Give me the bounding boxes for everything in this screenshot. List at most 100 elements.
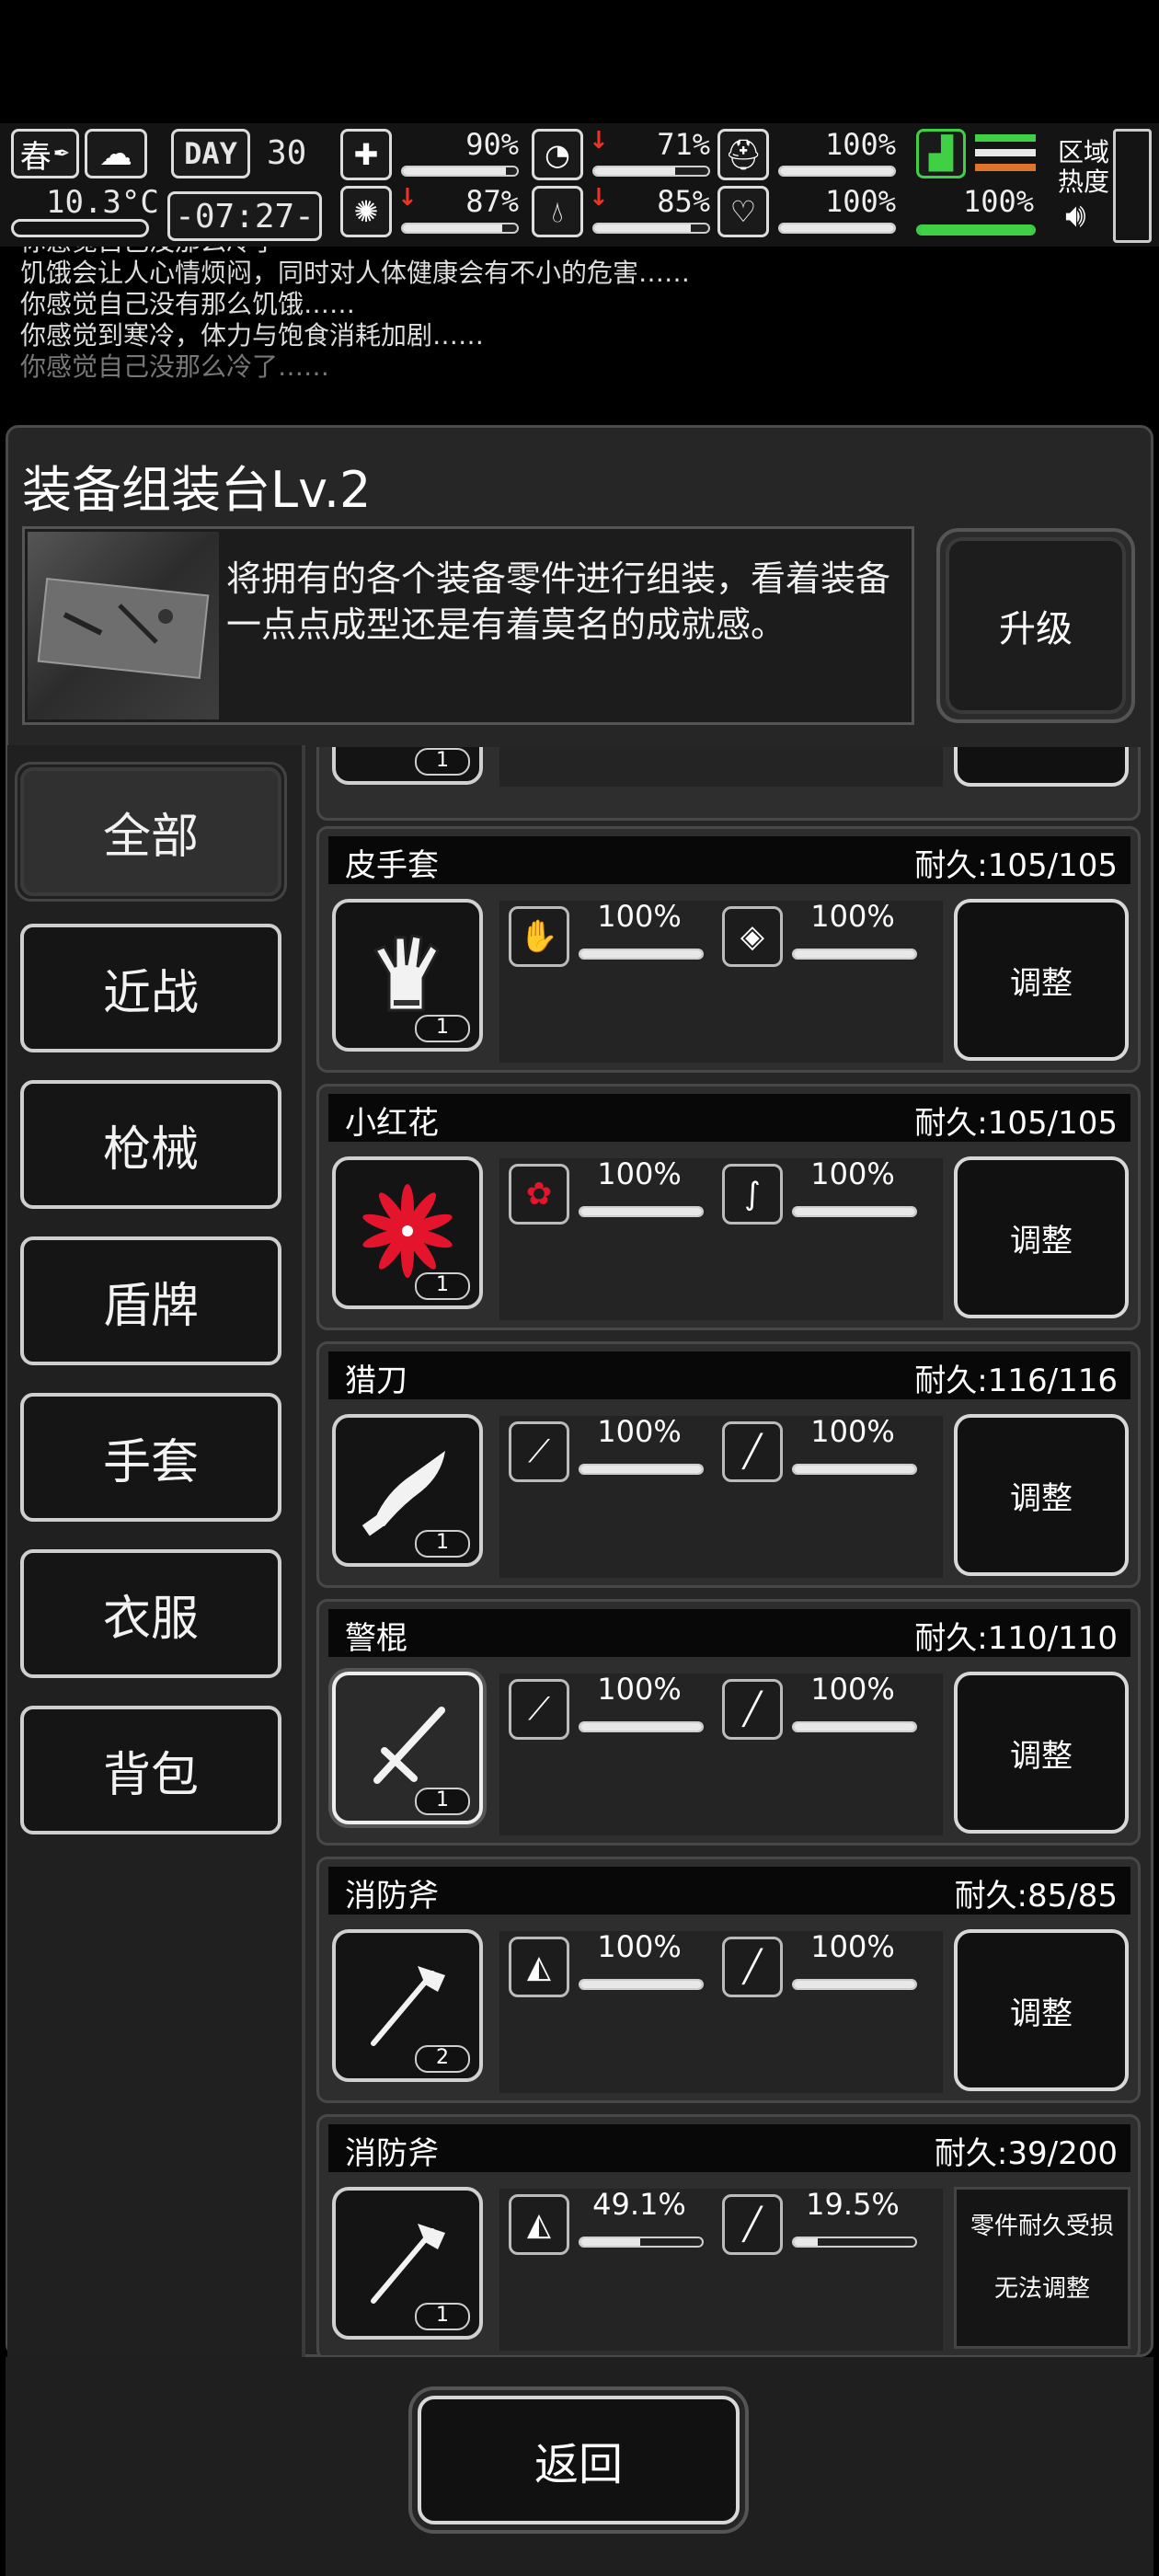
temperature: 10.3°C — [46, 184, 159, 221]
workbench-image — [28, 532, 219, 719]
card-header: 消防斧 耐久:85/85 — [328, 1867, 1130, 1915]
adjust-button[interactable]: 调整 — [954, 1929, 1129, 2091]
day-label: DAY — [184, 136, 237, 171]
item-name: 警棍 — [345, 1620, 407, 1657]
medkit-icon: ✚ — [340, 129, 392, 180]
category-tab[interactable]: 全部 — [20, 767, 281, 896]
blade-part-icon: ⟋ — [509, 1421, 569, 1482]
parts-panel — [499, 747, 943, 787]
region-label-line1: 区域 — [1058, 137, 1110, 167]
season-label: 春 — [19, 138, 52, 176]
part-durability: 49.1% — [592, 2187, 686, 2222]
item-thumbnail-partial[interactable]: 1 — [332, 747, 483, 785]
upgrade-button[interactable]: 升级 — [946, 537, 1126, 714]
card-header: 小红花 耐久:105/105 — [328, 1094, 1130, 1142]
stat-bar — [778, 166, 896, 177]
season-badge: 春 ✒ — [11, 129, 79, 178]
item-durability: 耐久:105/105 — [914, 1105, 1118, 1142]
region-heat-label: 区域 热度 — [1058, 138, 1109, 197]
handle-part-icon: ╱ — [722, 2194, 783, 2255]
item-thumbnail[interactable]: 1 — [332, 2187, 483, 2340]
stat-bar — [401, 223, 519, 234]
item-count: 1 — [415, 1015, 470, 1042]
item-count: 1 — [415, 1530, 470, 1558]
item-thumbnail[interactable]: 1 — [332, 1672, 483, 1824]
part-durability-bar — [792, 1721, 917, 1732]
glove-part-icon: ✋ — [509, 906, 569, 967]
category-tab[interactable]: 衣服 — [20, 1549, 281, 1678]
helmet-icon: ⛑ — [717, 129, 769, 180]
item-thumbnail[interactable]: 1 — [332, 1156, 483, 1309]
item-name: 皮手套 — [345, 847, 439, 884]
adjust-button[interactable]: 调整 — [954, 899, 1129, 1061]
part-durability-bar — [792, 949, 917, 960]
feather-icon: ✒ — [52, 142, 71, 166]
stat-value: 100% — [824, 184, 896, 219]
equipment-card: 警棍 耐久:110/110 1 ⟋ 100% ╱ 100% 调整 — [316, 1599, 1141, 1846]
stat-bar — [592, 166, 710, 177]
item-thumbnail[interactable]: 1 — [332, 1414, 483, 1567]
handle-part-icon: ╱ — [722, 1679, 783, 1740]
part-durability-bar — [579, 949, 704, 960]
handle-part-icon: ╱ — [722, 1421, 783, 1482]
kukri-knife-icon — [357, 1438, 458, 1543]
stat-value: 71% — [657, 127, 710, 162]
category-tab[interactable]: 盾牌 — [20, 1236, 281, 1365]
item-durability: 耐久:85/85 — [954, 1878, 1118, 1915]
day-value: 30 — [267, 134, 307, 172]
axe-head-part-icon: ◭ — [509, 2194, 569, 2255]
fire-axe-icon — [357, 2211, 458, 2316]
item-name: 猎刀 — [345, 1363, 407, 1399]
card-header: 消防斧 耐久:39/200 — [328, 2124, 1130, 2172]
leather-part-icon: ◈ — [722, 906, 783, 967]
parts-panel: ✋ 100% ◈ 100% — [499, 899, 943, 1063]
item-name: 消防斧 — [345, 1878, 439, 1915]
category-tab[interactable]: 手套 — [20, 1393, 281, 1522]
back-button[interactable]: 返回 — [418, 2396, 740, 2524]
equipment-card: 皮手套 耐久:105/105 1 ✋ 100% ◈ 100% 调整 — [316, 826, 1141, 1073]
log-line: 饥饿会让人心情烦闷，同时对人体健康会有不小的危害…… — [20, 258, 691, 288]
category-tab[interactable]: 枪械 — [20, 1080, 281, 1209]
adjust-button-partial[interactable] — [954, 747, 1129, 787]
parts-panel: ⟋ 100% ╱ 100% — [499, 1672, 943, 1835]
item-count: 1 — [415, 748, 470, 776]
item-count: 1 — [415, 1788, 470, 1815]
part-durability-bar — [579, 1464, 704, 1475]
speaker-icon: 🔊︎ — [1065, 197, 1086, 235]
stamina-stripes — [975, 134, 1036, 178]
flower-part-icon: ✿ — [509, 1164, 569, 1225]
card-header: 猎刀 耐久:116/116 — [328, 1351, 1130, 1399]
part-durability-bar — [579, 1721, 704, 1732]
stem-part-icon: ∫ — [722, 1164, 783, 1225]
part-durability: 100% — [810, 899, 895, 934]
part-durability-bar — [792, 1464, 917, 1475]
adjust-disabled-notice: 零件耐久受损 无法调整 — [954, 2187, 1130, 2349]
part-durability: 100% — [810, 1156, 895, 1191]
log-line: 你感觉自己没那么冷了 — [20, 247, 1133, 258]
category-tab[interactable]: 近战 — [20, 924, 281, 1052]
adjust-button[interactable]: 调整 — [954, 1414, 1129, 1576]
stat-bar — [401, 166, 519, 177]
item-durability: 耐久:110/110 — [914, 1620, 1118, 1657]
part-durability-bar — [579, 2237, 704, 2248]
item-thumbnail[interactable]: 1 — [332, 899, 483, 1052]
equipment-card: 小红花 耐久:105/105 1 ✿ 100% ∫ 100% 调整 — [316, 1084, 1141, 1330]
baton-part-icon: ⟋ — [509, 1679, 569, 1740]
item-durability: 耐久:105/105 — [914, 847, 1118, 884]
equipment-card: 消防斧 耐久:85/85 2 ◭ 100% ╱ 100% 调整 — [316, 1857, 1141, 2103]
log-line: 你感觉自己没有那么饥饿…… — [20, 289, 356, 319]
red-flower-icon — [357, 1180, 458, 1285]
thermometer-icon — [11, 219, 149, 237]
region-label-line2: 热度 — [1058, 167, 1110, 197]
equipment-list[interactable]: 1 皮手套 耐久:105/105 1 ✋ 100% ◈ 100% 调整 小红花 耐久:105/10… — [316, 747, 1141, 2355]
panel-description: 将拥有的各个装备零件进行组装，看着装备一点点成型还是有着莫名的成就感。 — [226, 558, 891, 645]
category-tab[interactable]: 背包 — [20, 1706, 281, 1834]
region-heat-meter — [1113, 129, 1152, 243]
adjust-button[interactable]: 调整 — [954, 1156, 1129, 1318]
part-durability: 100% — [810, 1672, 895, 1707]
item-thumbnail[interactable]: 2 — [332, 1929, 483, 2082]
notice-line: 无法调整 — [993, 2275, 1090, 2303]
item-durability: 耐久:116/116 — [914, 1363, 1118, 1399]
part-durability-bar — [579, 1206, 704, 1217]
adjust-button[interactable]: 调整 — [954, 1672, 1129, 1834]
